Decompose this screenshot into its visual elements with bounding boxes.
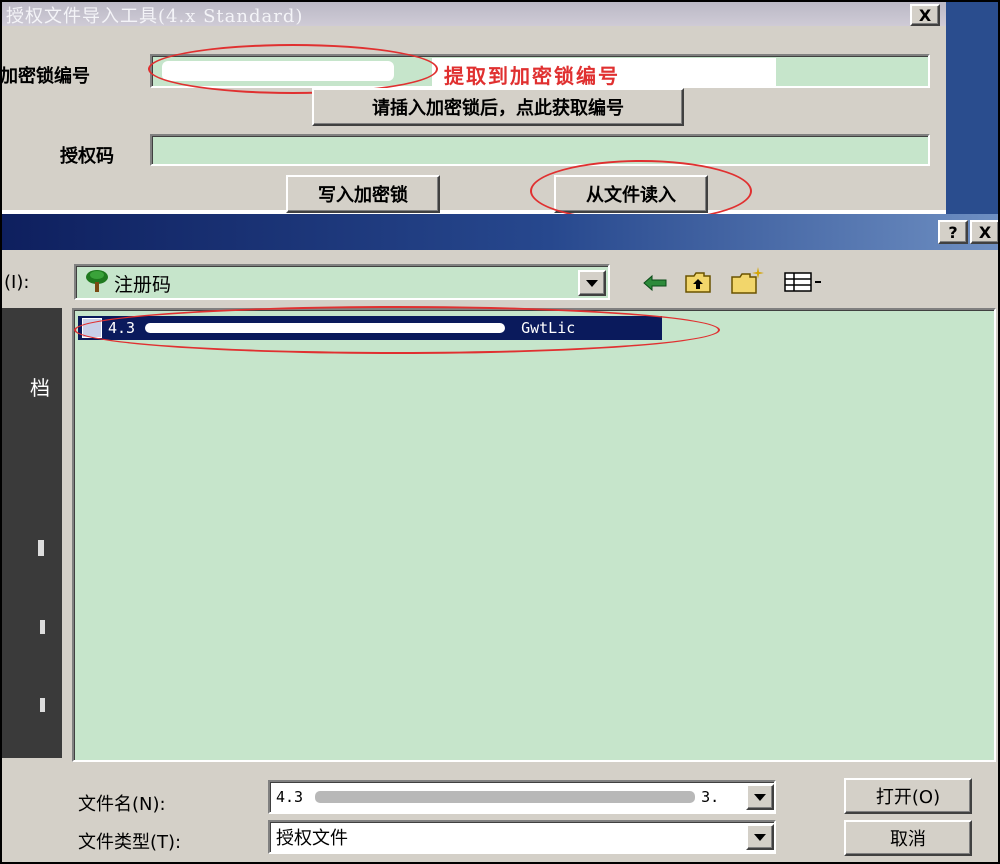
look-in-value: 注册码 <box>114 274 172 296</box>
get-dongle-number-label: 请插入加密锁后，点此获取编号 <box>372 98 624 119</box>
dialog-title: 授权文件导入工具(4.x Standard) <box>6 6 304 27</box>
file-type-value: 授权文件 <box>276 828 348 849</box>
new-folder-icon <box>731 267 764 294</box>
up-folder-icon <box>685 272 711 293</box>
close-icon: X <box>978 222 992 242</box>
file-name-input-suffix: 3. <box>701 788 720 806</box>
back-arrow-icon <box>643 274 667 292</box>
write-dongle-label: 写入加密锁 <box>318 185 408 206</box>
view-menu-icon <box>784 272 821 292</box>
places-my-documents[interactable]: 档 <box>30 372 50 401</box>
dialog-close-button[interactable]: X <box>910 4 940 26</box>
dongle-number-annotation: 提取到加密锁编号 <box>444 64 620 88</box>
dropdown-arrow-icon <box>754 793 766 801</box>
auth-code-label: 授权码 <box>60 146 114 167</box>
file-name-field[interactable]: 4.3 3. <box>268 780 776 814</box>
help-button[interactable]: ? <box>938 220 968 244</box>
open-dialog-close-button[interactable]: X <box>970 220 1000 244</box>
places-item-fragment[interactable] <box>40 620 45 634</box>
read-from-file-highlight-ring <box>530 160 752 222</box>
view-menu-button[interactable] <box>782 268 828 296</box>
dongle-number-highlight-ring <box>148 44 438 94</box>
cancel-button[interactable]: 取消 <box>844 820 972 856</box>
dropdown-arrow-icon <box>754 833 766 841</box>
dongle-number-label: 加密锁编号 <box>0 66 90 87</box>
write-dongle-button[interactable]: 写入加密锁 <box>286 175 440 213</box>
back-button[interactable] <box>640 270 670 296</box>
help-icon: ? <box>948 222 958 242</box>
open-button-label: 打开(O) <box>875 787 941 808</box>
file-name-label: 文件名(N): <box>78 794 166 815</box>
file-list[interactable] <box>72 308 996 762</box>
places-item-fragment[interactable] <box>40 698 45 712</box>
cancel-button-label: 取消 <box>890 829 926 850</box>
open-dialog-title-bar <box>0 214 1000 250</box>
auth-code-field[interactable] <box>150 134 930 166</box>
file-name-input-prefix: 4.3 <box>276 788 304 806</box>
file-name-input-redacted <box>315 791 696 803</box>
background-window-strip <box>946 0 1000 214</box>
new-folder-button[interactable] <box>728 264 768 296</box>
file-name-dropdown-button[interactable] <box>746 784 774 810</box>
dropdown-arrow-icon <box>586 279 598 287</box>
file-type-dropdown-button[interactable] <box>746 824 774 850</box>
up-folder-button[interactable] <box>682 268 714 296</box>
places-item-fragment[interactable] <box>38 540 44 556</box>
look-in-dropdown-button[interactable] <box>578 270 606 296</box>
look-in-label: (I): <box>4 272 30 293</box>
file-item-highlight-ring <box>74 306 720 354</box>
tree-folder-icon <box>84 268 110 294</box>
get-dongle-number-button[interactable]: 请插入加密锁后，点此获取编号 <box>312 88 684 126</box>
file-type-label: 文件类型(T): <box>78 832 182 853</box>
open-button[interactable]: 打开(O) <box>844 778 972 814</box>
file-type-dropdown[interactable]: 授权文件 <box>268 820 776 854</box>
close-icon: X <box>918 5 932 25</box>
